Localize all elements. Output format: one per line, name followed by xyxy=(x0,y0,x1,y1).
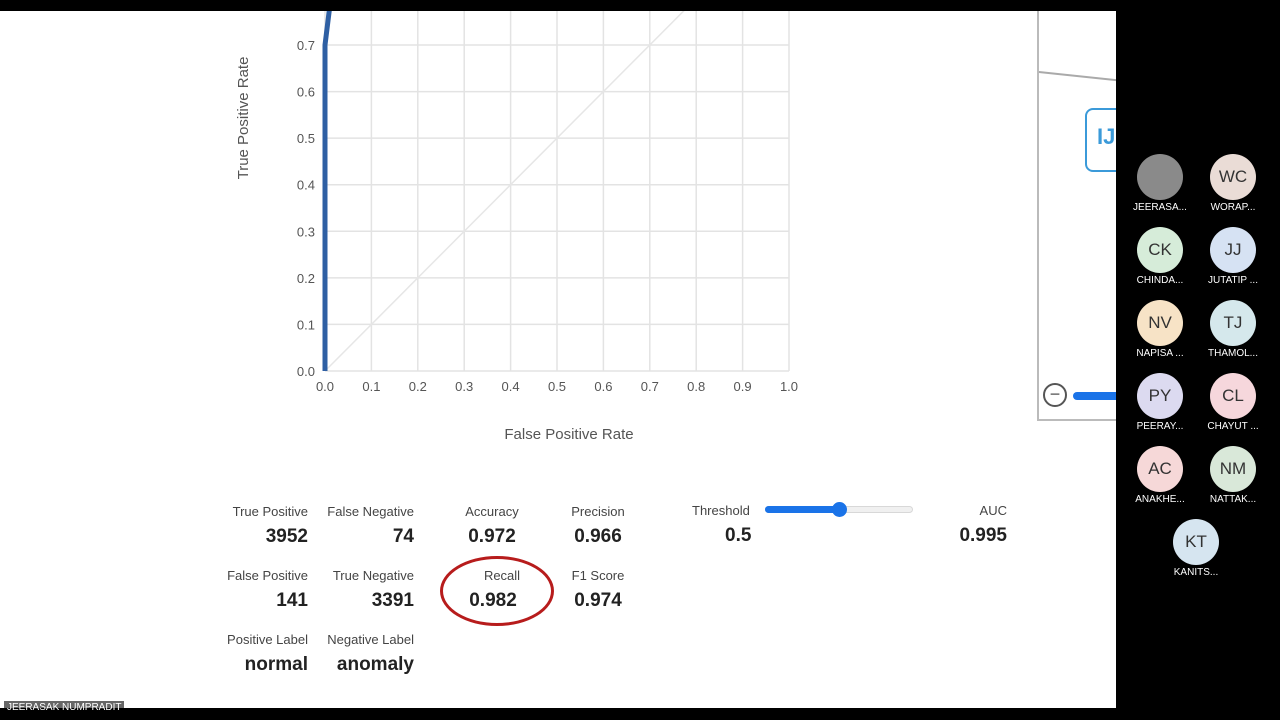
true-negative-label: True Negative xyxy=(332,568,414,583)
y-tick-label: 0.5 xyxy=(297,131,315,146)
false-negative-value: 74 xyxy=(392,526,414,547)
participant-tile[interactable]: JJ JUTATIP ... xyxy=(1193,227,1273,286)
positive-label-value: normal xyxy=(244,654,308,675)
auc-value: 0.995 xyxy=(959,525,1007,546)
participant-tile[interactable]: TJ THAMOL... xyxy=(1193,300,1273,359)
negative-label-value: anomaly xyxy=(336,654,414,675)
slider-thumb[interactable] xyxy=(832,502,847,517)
participant-avatar: PY xyxy=(1137,373,1183,419)
y-tick-label: 0.6 xyxy=(297,85,315,100)
x-axis-label: False Positive Rate xyxy=(504,426,633,443)
negative-label-label: Negative Label xyxy=(327,632,414,647)
x-tick-label: 0.7 xyxy=(641,379,659,394)
background-window: IJ − xyxy=(1037,11,1116,421)
x-tick-label: 0.0 xyxy=(316,379,334,394)
participant-name: THAMOL... xyxy=(1207,348,1258,359)
participant-tile[interactable]: NM NATTAK... xyxy=(1193,446,1273,505)
y-tick-label: 0.4 xyxy=(297,178,315,193)
y-tick-label: 0.7 xyxy=(297,38,315,53)
y-tick-label: 0.2 xyxy=(297,271,315,286)
participant-avatar: TJ xyxy=(1210,300,1256,346)
positive-label-label: Positive Label xyxy=(227,632,308,647)
accuracy-label: Accuracy xyxy=(465,504,519,519)
x-tick-label: 0.9 xyxy=(734,379,752,394)
participant-name: CHAYUT ... xyxy=(1207,421,1259,432)
auc-label: AUC xyxy=(979,503,1007,518)
participant-name: PEERAY... xyxy=(1136,421,1184,432)
true-positive-value: 3952 xyxy=(265,526,308,547)
app-tile-glyph: IJ xyxy=(1097,124,1116,149)
participant-avatar: CK xyxy=(1137,227,1183,273)
false-positive-label: False Positive xyxy=(227,568,308,583)
recall-highlight-circle xyxy=(440,556,554,626)
participant-tile[interactable]: AC ANAKHE... xyxy=(1120,446,1200,505)
x-tick-label: 0.6 xyxy=(594,379,612,394)
accuracy-value: 0.972 xyxy=(468,526,516,547)
roc-curve-line xyxy=(322,11,332,371)
participant-avatar: WC xyxy=(1210,154,1256,200)
participant-name: KANITS... xyxy=(1173,567,1219,578)
participant-tile[interactable]: WC WORAP... xyxy=(1193,154,1273,213)
participant-avatar xyxy=(1137,154,1183,200)
app-tile[interactable]: IJ xyxy=(1085,108,1116,172)
shared-screen: 0.0 0.1 0.2 0.3 0.4 0.5 0.6 0.7 0.8 0.9 1.0 0.0 0.1 0… xyxy=(0,11,1116,708)
participant-name: NATTAK... xyxy=(1209,494,1257,505)
participant-name: JEERASA... xyxy=(1133,202,1187,213)
true-negative-value: 3391 xyxy=(371,590,414,611)
participant-tile[interactable]: KT KANITS... xyxy=(1156,519,1236,578)
y-tick-label: 0.0 xyxy=(297,364,315,379)
false-negative-label: False Negative xyxy=(327,504,414,519)
participant-tile[interactable]: CK CHINDA... xyxy=(1120,227,1200,286)
participant-avatar: CL xyxy=(1210,373,1256,419)
precision-label: Precision xyxy=(571,504,625,519)
f1-score-value: 0.974 xyxy=(574,590,622,611)
threshold-value: 0.5 xyxy=(725,525,752,546)
y-tick-label: 0.3 xyxy=(297,224,315,239)
true-positive-label: True Positive xyxy=(232,504,308,519)
threshold-slider[interactable] xyxy=(765,502,913,517)
participant-tile[interactable]: CL CHAYUT ... xyxy=(1193,373,1273,432)
x-tick-label: 0.8 xyxy=(687,379,705,394)
x-tick-label: 0.3 xyxy=(455,379,473,394)
participant-name: NAPISA ... xyxy=(1136,348,1184,359)
presenter-name: JEERASAK NUMPRADIT xyxy=(4,701,125,714)
x-tick-label: 0.5 xyxy=(548,379,566,394)
participant-avatar: JJ xyxy=(1210,227,1256,273)
x-tick-label: 0.1 xyxy=(362,379,380,394)
participant-avatar: KT xyxy=(1173,519,1219,565)
false-positive-value: 141 xyxy=(276,590,308,611)
participant-name: CHINDA... xyxy=(1136,275,1184,286)
precision-value: 0.966 xyxy=(574,526,622,547)
x-tick-label: 0.2 xyxy=(409,379,427,394)
y-axis-label: True Positive Rate xyxy=(235,57,252,180)
participant-name: ANAKHE... xyxy=(1135,494,1185,505)
participant-tile[interactable]: PY PEERAY... xyxy=(1120,373,1200,432)
slider-fill xyxy=(765,506,839,513)
threshold-label: Threshold xyxy=(692,503,750,518)
window-edge-line xyxy=(1038,71,1116,83)
participant-tile[interactable]: NV NAPISA ... xyxy=(1120,300,1200,359)
x-tick-label: 1.0 xyxy=(780,379,798,394)
zoom-out-icon[interactable]: − xyxy=(1043,383,1067,407)
x-tick-label: 0.4 xyxy=(502,379,520,394)
participant-name: WORAP... xyxy=(1210,202,1256,213)
participant-avatar: NV xyxy=(1137,300,1183,346)
participant-name: JUTATIP ... xyxy=(1207,275,1258,286)
zoom-bar[interactable] xyxy=(1073,392,1116,400)
f1-score-label: F1 Score xyxy=(571,568,625,583)
participant-avatar: NM xyxy=(1210,446,1256,492)
y-tick-label: 0.1 xyxy=(297,317,315,332)
participant-tile[interactable]: JEERASA... xyxy=(1120,154,1200,213)
participant-avatar: AC xyxy=(1137,446,1183,492)
